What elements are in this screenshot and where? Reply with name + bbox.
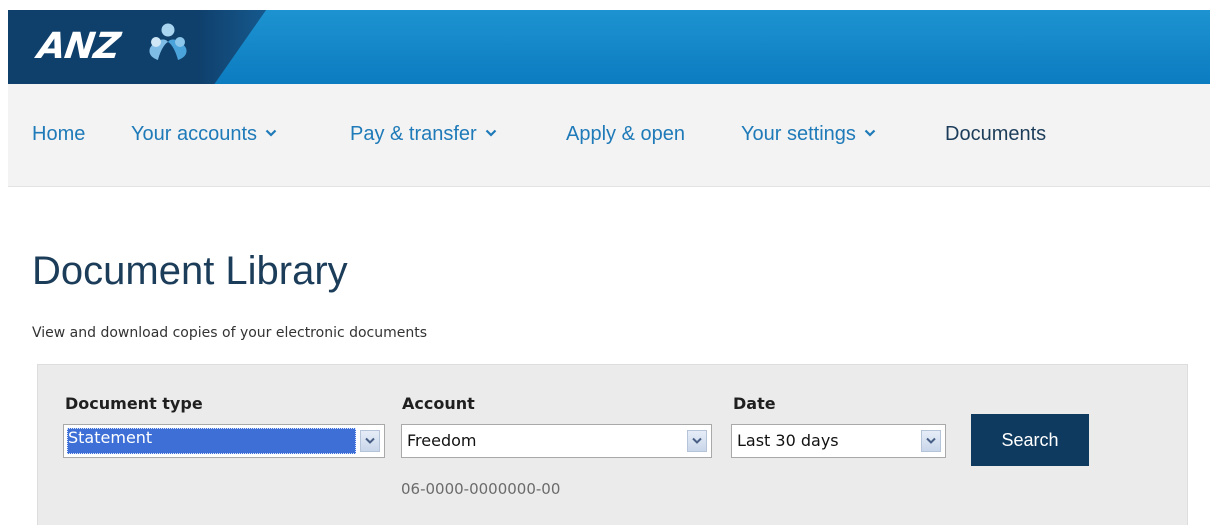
dropdown-arrow-icon[interactable] bbox=[921, 430, 941, 452]
nav-your-accounts[interactable]: Your accounts bbox=[131, 122, 277, 146]
anz-logo[interactable]: ANZ bbox=[35, 20, 208, 74]
search-button[interactable]: Search bbox=[971, 414, 1089, 466]
date-select[interactable]: Last 30 days bbox=[731, 424, 946, 458]
nav-apply-open[interactable]: Apply & open bbox=[566, 122, 685, 146]
chevron-down-icon bbox=[265, 129, 277, 137]
page-subtitle: View and download copies of your electro… bbox=[32, 325, 428, 341]
page-title: Document Library bbox=[32, 249, 348, 293]
nav-home[interactable]: Home bbox=[32, 122, 85, 146]
account-number: 06-0000-0000000-00 bbox=[401, 480, 561, 498]
document-type-label: Document type bbox=[65, 394, 203, 413]
nav-your-accounts-label: Your accounts bbox=[131, 123, 258, 145]
chevron-down-icon bbox=[926, 437, 936, 444]
chevron-down-icon bbox=[864, 129, 876, 137]
account-select[interactable]: Freedom bbox=[401, 424, 712, 458]
date-value: Last 30 days bbox=[737, 431, 839, 450]
nav-documents-label: Documents bbox=[945, 123, 1047, 145]
nav-home-label: Home bbox=[32, 123, 86, 145]
dropdown-arrow-icon[interactable] bbox=[687, 430, 707, 452]
dropdown-arrow-icon[interactable] bbox=[360, 430, 380, 452]
nav-documents[interactable]: Documents bbox=[945, 122, 1046, 146]
date-label: Date bbox=[733, 394, 776, 413]
nav-pay-transfer[interactable]: Pay & transfer bbox=[350, 122, 497, 146]
nav-pay-transfer-label: Pay & transfer bbox=[350, 123, 477, 145]
site-header: ANZ bbox=[8, 10, 1210, 84]
nav-apply-open-label: Apply & open bbox=[566, 123, 685, 145]
main-nav: Home Your accounts Pay & transfer Apply … bbox=[8, 84, 1210, 187]
logo-wordmark: ANZ bbox=[35, 26, 122, 67]
account-label: Account bbox=[402, 394, 475, 413]
anz-people-icon bbox=[149, 23, 187, 60]
document-type-value: Statement bbox=[68, 428, 153, 447]
document-type-select[interactable]: Statement bbox=[63, 424, 385, 458]
account-value: Freedom bbox=[407, 431, 477, 450]
chevron-down-icon bbox=[365, 437, 375, 444]
chevron-down-icon bbox=[485, 129, 496, 137]
nav-your-settings-label: Your settings bbox=[741, 123, 856, 145]
nav-your-settings[interactable]: Your settings bbox=[741, 122, 876, 146]
chevron-down-icon bbox=[692, 437, 702, 444]
